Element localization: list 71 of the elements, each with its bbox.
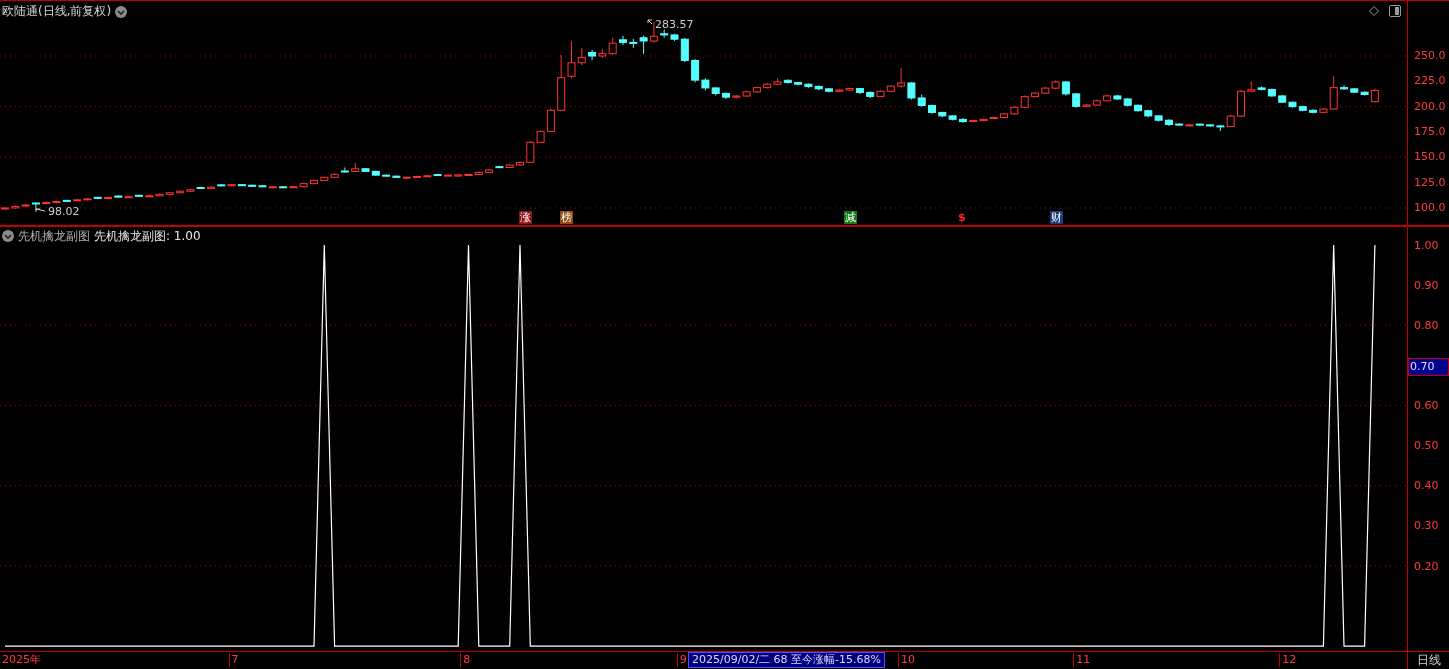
- candle: [907, 81, 916, 101]
- date-label: 9: [676, 653, 687, 667]
- candle: [1237, 89, 1245, 118]
- date-label: 8: [460, 653, 471, 667]
- candle: [1278, 94, 1287, 104]
- crosshair-info: 2025/09/02/二 68 至今涨幅-15.68%: [688, 652, 885, 668]
- event-tag[interactable]: 榜: [560, 211, 574, 224]
- timeframe-label[interactable]: 日线: [1408, 652, 1449, 669]
- candle: [619, 35, 627, 46]
- axis-label: 250.0: [1414, 49, 1446, 63]
- candle: [876, 89, 885, 98]
- axis-label: 0.80: [1414, 318, 1439, 333]
- date-label: 2025年: [1, 653, 41, 667]
- collapse-icon[interactable]: [2, 230, 14, 243]
- candle: [207, 185, 215, 190]
- axis-label: 0.30: [1414, 519, 1439, 534]
- axis-label: 125.0: [1414, 175, 1446, 190]
- date-label: 10: [898, 653, 916, 667]
- axis-label: 200.0: [1414, 99, 1446, 114]
- candle: [825, 87, 833, 93]
- candle: [1144, 109, 1153, 118]
- candle: [886, 84, 895, 93]
- stock-title: 欧陆通(日线,前复权): [2, 3, 112, 20]
- candle: [1031, 91, 1039, 99]
- date-label: 12: [1279, 653, 1297, 667]
- indicator-name: 先机擒龙副图: [18, 227, 90, 245]
- candle: [1134, 104, 1142, 113]
- candle: [1041, 86, 1050, 95]
- arrow-icon: [647, 19, 653, 25]
- candle: [660, 29, 669, 39]
- candle: [1103, 94, 1112, 103]
- candle: [711, 86, 720, 96]
- event-tag[interactable]: 涨: [519, 211, 533, 224]
- collapse-icon[interactable]: [115, 5, 128, 18]
- indicator-value: 先机擒龙副图: 1.00: [94, 227, 201, 245]
- candle: [516, 160, 524, 167]
- axis-label: 0.40: [1414, 479, 1439, 494]
- candle: [1020, 95, 1029, 109]
- candle: [752, 85, 761, 94]
- event-symbol[interactable]: $: [956, 211, 967, 224]
- date-label: 7: [228, 653, 239, 667]
- axis-label: 0.50: [1414, 439, 1439, 454]
- axis-label: 175.0: [1414, 125, 1446, 139]
- candle: [866, 90, 875, 99]
- price-annotation: 283.57: [655, 18, 694, 31]
- axis-label: 100.0: [1414, 200, 1446, 215]
- panel-toggle-icon[interactable]: [1389, 5, 1401, 17]
- candle: [928, 104, 936, 115]
- axis-label: 1.00: [1414, 238, 1439, 253]
- date-label: 11: [1073, 653, 1091, 667]
- candle: [413, 175, 421, 179]
- candle: [1, 206, 9, 210]
- arrow-icon: [35, 208, 46, 213]
- candle: [917, 94, 926, 108]
- candle: [588, 49, 597, 61]
- candle: [773, 77, 782, 86]
- event-tag[interactable]: 减: [843, 211, 857, 224]
- price-annotation: 98.02: [48, 205, 80, 218]
- candle: [722, 92, 730, 100]
- candle: [897, 67, 906, 88]
- candle: [104, 196, 112, 200]
- axis-label: 0.60: [1414, 399, 1439, 413]
- axis-label: 150.0: [1414, 150, 1446, 165]
- cursor-value-label: 0.70: [1408, 357, 1449, 376]
- candle: [1164, 118, 1173, 127]
- candle: [1340, 84, 1348, 91]
- axis-label: 225.0: [1414, 74, 1446, 89]
- axis-label: 0.90: [1414, 278, 1439, 293]
- candle: [310, 179, 318, 185]
- axis-label: 0.20: [1414, 559, 1439, 574]
- event-tag[interactable]: 财: [1049, 211, 1063, 224]
